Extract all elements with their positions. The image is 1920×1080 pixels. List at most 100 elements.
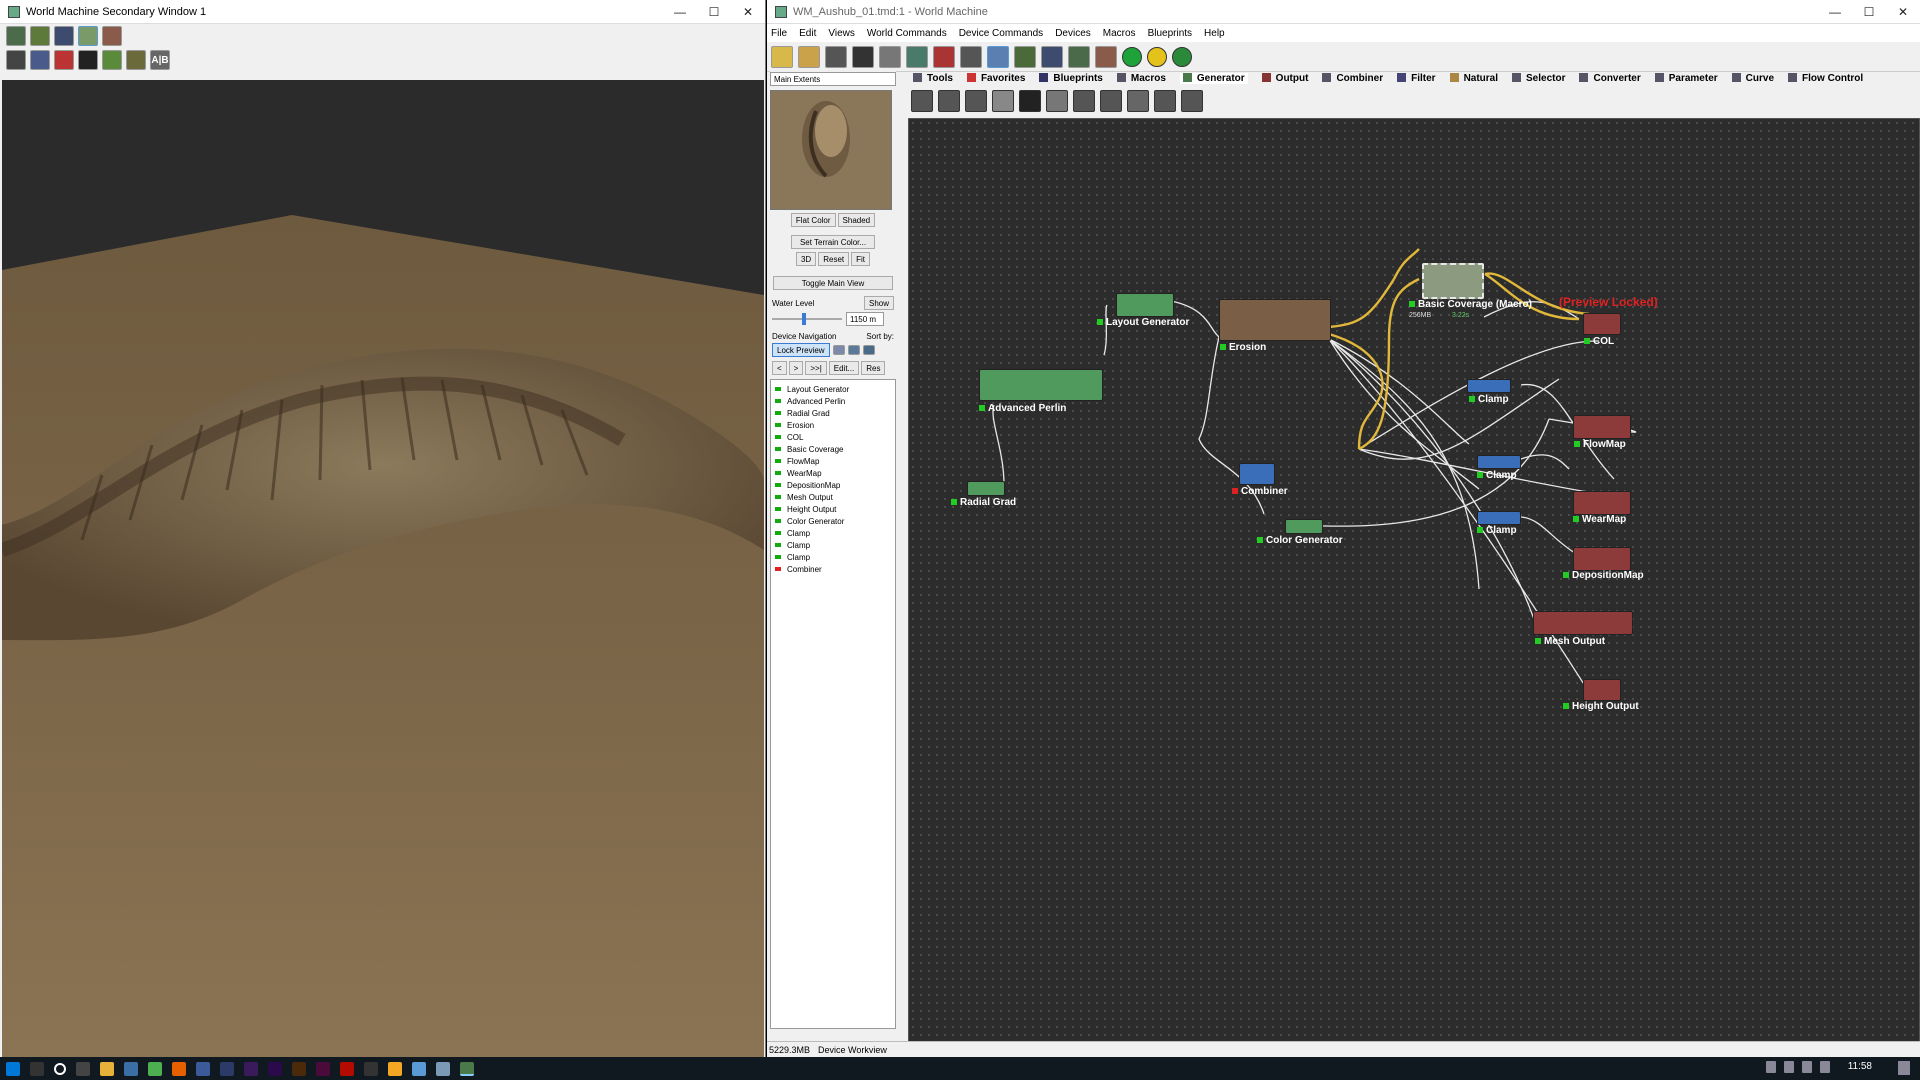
water-level-input[interactable]: 1150 m xyxy=(846,312,884,326)
cortana-icon[interactable] xyxy=(54,1062,66,1075)
generator-device-2-icon[interactable] xyxy=(938,90,960,112)
maximize-button[interactable]: ☐ xyxy=(697,0,731,24)
layout-view-icon[interactable] xyxy=(1014,45,1036,68)
menu-device-commands[interactable]: Device Commands xyxy=(959,28,1043,39)
menu-devices[interactable]: Devices xyxy=(1055,28,1091,39)
lightroom-icon[interactable] xyxy=(220,1061,234,1076)
extents-dropdown[interactable]: Main Extents xyxy=(770,72,896,86)
sort-type-icon[interactable] xyxy=(847,345,860,355)
chrome-icon[interactable] xyxy=(148,1061,162,1076)
grid-icon[interactable] xyxy=(30,26,50,46)
tab-combiner[interactable]: Combiner xyxy=(1322,73,1383,84)
app-icon[interactable] xyxy=(412,1061,426,1076)
chart-icon[interactable] xyxy=(906,45,928,68)
node-layout-generator[interactable] xyxy=(1116,293,1174,317)
tab-filter[interactable]: Filter xyxy=(1397,73,1436,84)
menu-macros[interactable]: Macros xyxy=(1103,28,1136,39)
list-item[interactable]: Radial Grad xyxy=(775,407,891,419)
reset-button[interactable]: Reset xyxy=(818,252,850,266)
globe-icon[interactable] xyxy=(54,26,74,46)
list-item[interactable]: Height Output xyxy=(775,503,891,515)
wizard-icon[interactable] xyxy=(825,45,847,68)
tab-converter[interactable]: Converter xyxy=(1579,73,1641,84)
globe-view-icon[interactable] xyxy=(1041,45,1063,68)
terrain-icon[interactable] xyxy=(78,26,98,46)
secondary-title-bar[interactable]: World Machine Secondary Window 1 — ☐ ✕ xyxy=(0,0,765,24)
app-icon[interactable] xyxy=(436,1061,450,1076)
node-erosion[interactable] xyxy=(1219,299,1331,341)
list-item[interactable]: Mesh Output xyxy=(775,491,891,503)
blender-icon[interactable] xyxy=(388,1061,402,1076)
heightfield-icon[interactable] xyxy=(30,50,50,70)
menu-file[interactable]: File xyxy=(771,28,787,39)
node-height-output[interactable] xyxy=(1583,679,1621,701)
node-color-generator[interactable] xyxy=(1285,519,1323,534)
sort-list-icon[interactable] xyxy=(832,345,845,355)
save-icon[interactable] xyxy=(852,45,874,68)
main-title-bar[interactable]: WM_Aushub_01.tmd:1 - World Machine — ☐ ✕ xyxy=(767,0,1920,24)
list-item[interactable]: COL xyxy=(775,431,891,443)
search-icon[interactable] xyxy=(30,1061,44,1076)
acrobat-icon[interactable] xyxy=(340,1061,354,1076)
build-icon[interactable] xyxy=(1122,46,1142,67)
build-full-icon[interactable] xyxy=(1172,46,1192,67)
node-depositionmap[interactable] xyxy=(1573,547,1631,571)
generator-device-10-icon[interactable] xyxy=(1154,90,1176,112)
texture-icon[interactable] xyxy=(102,26,122,46)
list-item[interactable]: Advanced Perlin xyxy=(775,395,891,407)
new-file-icon[interactable] xyxy=(771,45,793,68)
fit-button[interactable]: Fit xyxy=(851,252,871,266)
node-combiner[interactable] xyxy=(1239,463,1275,485)
res-button[interactable]: Res xyxy=(861,361,886,375)
line-icon[interactable] xyxy=(102,50,122,70)
world-settings-icon[interactable] xyxy=(960,45,982,68)
node-basic-coverage-macro[interactable] xyxy=(1422,263,1484,299)
dropbox-icon[interactable] xyxy=(1802,1061,1812,1073)
maximize-button[interactable]: ☐ xyxy=(1852,0,1886,24)
list-item[interactable]: Clamp xyxy=(775,527,891,539)
toggle-main-view-button[interactable]: Toggle Main View xyxy=(773,276,893,290)
set-terrain-color-button[interactable]: Set Terrain Color... xyxy=(791,235,875,249)
generator-device-11-icon[interactable] xyxy=(1181,90,1203,112)
tab-output[interactable]: Output xyxy=(1261,73,1308,84)
notification-icon[interactable] xyxy=(1898,1061,1910,1075)
shaded-button[interactable]: Shaded xyxy=(837,213,876,227)
terrain-preview[interactable] xyxy=(770,90,892,210)
node-radial-grad[interactable] xyxy=(967,481,1005,496)
file-explorer-icon[interactable] xyxy=(100,1061,114,1076)
start-icon[interactable] xyxy=(6,1061,20,1076)
app-icon[interactable] xyxy=(364,1061,378,1076)
generator-device-4-icon[interactable] xyxy=(992,90,1014,112)
menu-help[interactable]: Help xyxy=(1204,28,1225,39)
menu-blueprints[interactable]: Blueprints xyxy=(1148,28,1192,39)
generator-device-7-icon[interactable] xyxy=(1073,90,1095,112)
list-item[interactable]: FlowMap xyxy=(775,455,891,467)
close-button[interactable]: ✕ xyxy=(1886,0,1920,24)
terrain-view-icon[interactable] xyxy=(1068,45,1090,68)
volume-icon[interactable] xyxy=(1784,1061,1794,1073)
generator-device-1-icon[interactable] xyxy=(911,90,933,112)
device-list[interactable]: Layout Generator Advanced Perlin Radial … xyxy=(770,379,896,1029)
close-button[interactable]: ✕ xyxy=(731,0,765,24)
node-col[interactable] xyxy=(1583,313,1621,335)
tab-tools[interactable]: Tools xyxy=(913,73,953,84)
stop-icon[interactable] xyxy=(54,50,74,70)
edit-button[interactable]: Edit... xyxy=(828,361,860,375)
premiere-icon[interactable] xyxy=(268,1061,282,1076)
tab-blueprints[interactable]: Blueprints xyxy=(1039,73,1103,84)
node-clamp-2[interactable] xyxy=(1477,455,1521,469)
camera-icon[interactable] xyxy=(6,26,26,46)
help-icon[interactable] xyxy=(126,50,146,70)
minimize-button[interactable]: — xyxy=(663,0,697,24)
list-item[interactable]: Basic Coverage xyxy=(775,443,891,455)
illustrator-icon[interactable] xyxy=(292,1061,306,1076)
build-preview-icon[interactable] xyxy=(1147,46,1167,67)
device-graph-canvas[interactable]: Layout Generator Advanced Perlin Radial … xyxy=(908,118,1920,1051)
xd-icon[interactable] xyxy=(316,1061,330,1076)
texture-view-icon[interactable] xyxy=(1095,45,1117,68)
nav-end-button[interactable]: >>| xyxy=(805,361,827,375)
minimize-button[interactable]: — xyxy=(1818,0,1852,24)
language-icon[interactable] xyxy=(1820,1061,1830,1073)
terrain-3d-viewport[interactable] xyxy=(2,80,764,1057)
firefox-icon[interactable] xyxy=(172,1061,186,1076)
